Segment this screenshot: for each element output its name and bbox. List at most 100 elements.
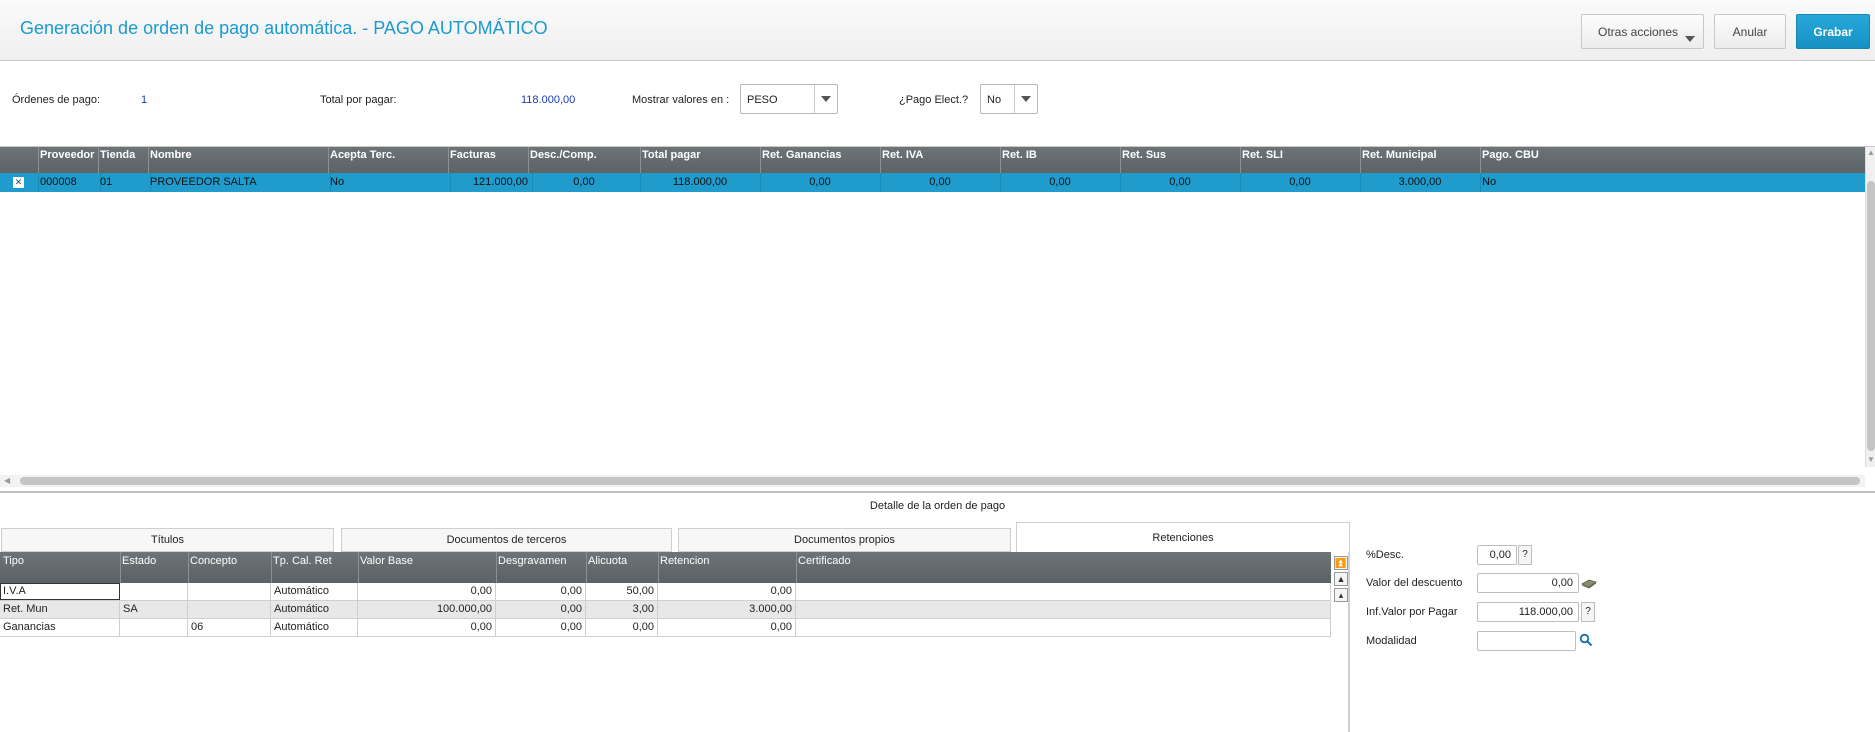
modalidad-field[interactable] — [1477, 631, 1576, 651]
cell-certificado[interactable] — [796, 583, 1331, 600]
cell-alicuota[interactable]: 50,00 — [586, 583, 658, 600]
checkbox-checked-icon[interactable]: ✕ — [13, 177, 24, 188]
inf-valor-help-button[interactable]: ? — [1581, 602, 1595, 622]
desc-pct-help-button[interactable]: ? — [1518, 545, 1532, 565]
splitter[interactable] — [0, 491, 1875, 493]
col-acepta-terc[interactable]: Acepta Terc. — [330, 149, 395, 161]
cell-tipo[interactable]: I.V.A — [0, 583, 120, 600]
anular-button[interactable]: Anular — [1714, 14, 1786, 49]
col-tienda[interactable]: Tienda — [100, 149, 135, 161]
inf-valor-field[interactable]: 118.000,00 — [1477, 602, 1579, 622]
money-icon[interactable] — [1581, 577, 1597, 589]
first-record-icon[interactable]: ⏫ — [1334, 556, 1348, 570]
grabar-button[interactable]: Grabar — [1796, 14, 1870, 49]
cell-tp-cal-ret[interactable]: Automático — [271, 583, 358, 600]
tab-titulos[interactable]: Títulos — [1, 528, 334, 552]
col-ret-sus[interactable]: Ret. Sus — [1122, 149, 1166, 161]
col-desc-comp[interactable]: Desc./Comp. — [530, 149, 597, 161]
cell-tipo[interactable]: Ret. Mun — [0, 601, 120, 618]
cell-tp-cal-ret[interactable]: Automático — [271, 619, 358, 636]
cell-valor-base[interactable]: 0,00 — [358, 583, 496, 600]
total-label: Total por pagar: — [320, 94, 397, 106]
col-proveedor[interactable]: Proveedor — [40, 149, 94, 161]
desc-pct-label: %Desc. — [1366, 549, 1404, 561]
col-alicuota[interactable]: Alicuota — [588, 555, 627, 567]
col-ret-iva[interactable]: Ret. IVA — [882, 149, 923, 161]
cell-ret-ganancias: 0,00 — [760, 173, 881, 192]
table-row[interactable]: I.V.A Automático 0,00 0,00 50,00 0,00 — [0, 583, 1331, 601]
search-icon[interactable] — [1579, 633, 1593, 647]
cell-ret-sli: 0,00 — [1240, 173, 1361, 192]
col-valor-base[interactable]: Valor Base — [360, 555, 413, 567]
col-ret-sli[interactable]: Ret. SLI — [1242, 149, 1283, 161]
cell-tipo[interactable]: Ganancias — [0, 619, 120, 636]
chevron-down-icon — [1685, 36, 1695, 42]
cell-concepto[interactable] — [188, 601, 271, 618]
scroll-left-icon[interactable]: ◀ — [4, 476, 10, 485]
page-title: Generación de orden de pago automática. … — [20, 18, 548, 38]
cell-nombre: PROVEEDOR SALTA — [148, 173, 331, 192]
cell-certificado[interactable] — [796, 619, 1331, 636]
scroll-thumb[interactable] — [1867, 181, 1875, 451]
otras-acciones-button[interactable]: Otras acciones — [1581, 14, 1704, 49]
pago-elect-select[interactable]: No — [980, 84, 1038, 114]
col-retencion[interactable]: Retencion — [660, 555, 710, 567]
cell-estado[interactable]: SA — [120, 601, 188, 618]
cell-retencion[interactable]: 0,00 — [658, 583, 796, 600]
cell-valor-base[interactable]: 0,00 — [358, 619, 496, 636]
scroll-up-icon[interactable]: ▲ — [1867, 148, 1875, 157]
col-tp-cal-ret[interactable]: Tp. Cal. Ret — [273, 555, 332, 567]
col-nombre[interactable]: Nombre — [150, 149, 192, 161]
cell-tp-cal-ret[interactable]: Automático — [271, 601, 358, 618]
cell-certificado[interactable] — [796, 601, 1331, 618]
ordenes-grid: Proveedor Tienda Nombre Acepta Terc. Fac… — [0, 146, 1875, 487]
col-certificado[interactable]: Certificado — [798, 555, 851, 567]
valor-desc-field[interactable]: 0,00 — [1477, 573, 1579, 593]
table-row[interactable]: Ganancias 06 Automático 0,00 0,00 0,00 0… — [0, 619, 1331, 637]
col-facturas[interactable]: Facturas — [450, 149, 496, 161]
col-ret-ganancias[interactable]: Ret. Ganancias — [762, 149, 841, 161]
desc-pct-field[interactable]: 0,00 — [1477, 545, 1517, 565]
chevron-down-icon[interactable] — [814, 85, 837, 113]
cell-alicuota[interactable]: 0,00 — [586, 619, 658, 636]
grid-vertical-scrollbar[interactable]: ▲ ▼ — [1865, 147, 1875, 467]
col-concepto[interactable]: Concepto — [190, 555, 237, 567]
scroll-down-icon[interactable]: ▼ — [1867, 455, 1875, 464]
cell-desgravamen[interactable]: 0,00 — [496, 583, 586, 600]
valor-desc-label: Valor del descuento — [1366, 577, 1463, 589]
cell-retencion[interactable]: 0,00 — [658, 619, 796, 636]
cell-total-pagar: 118.000,00 — [640, 173, 761, 192]
table-row[interactable]: ✕ 000008 01 PROVEEDOR SALTA No 121.000,0… — [0, 173, 1865, 192]
col-pago-cbu[interactable]: Pago. CBU — [1482, 149, 1539, 161]
previous-record-icon[interactable]: ▴ — [1334, 588, 1348, 602]
col-ret-municipal[interactable]: Ret. Municipal — [1362, 149, 1437, 161]
tab-retenciones[interactable]: Retenciones — [1016, 522, 1350, 552]
table-row[interactable]: Ret. Mun SA Automático 100.000,00 0,00 3… — [0, 601, 1331, 619]
chevron-down-icon[interactable] — [1014, 85, 1037, 113]
cell-ret-ib: 0,00 — [1000, 173, 1121, 192]
cell-valor-base[interactable]: 100.000,00 — [358, 601, 496, 618]
cell-concepto[interactable] — [188, 583, 271, 600]
page-up-icon[interactable]: ▲ — [1334, 572, 1348, 586]
col-ret-ib[interactable]: Ret. IB — [1002, 149, 1037, 161]
moneda-select[interactable]: PESO — [740, 84, 838, 114]
cell-desgravamen[interactable]: 0,00 — [496, 601, 586, 618]
cell-alicuota[interactable]: 3,00 — [586, 601, 658, 618]
cell-retencion[interactable]: 3.000,00 — [658, 601, 796, 618]
detail-title: Detalle de la orden de pago — [869, 500, 1006, 512]
cell-concepto[interactable]: 06 — [188, 619, 271, 636]
row-checkbox[interactable]: ✕ — [0, 173, 39, 192]
col-tipo[interactable]: Tipo — [3, 555, 24, 567]
cell-desgravamen[interactable]: 0,00 — [496, 619, 586, 636]
cell-estado[interactable] — [120, 619, 188, 636]
cell-estado[interactable] — [120, 583, 188, 600]
col-desgravamen[interactable]: Desgravamen — [498, 555, 566, 567]
scroll-thumb[interactable] — [20, 477, 1860, 485]
tab-documentos-propios[interactable]: Documentos propios — [678, 528, 1011, 552]
tab-documentos-terceros[interactable]: Documentos de terceros — [341, 528, 672, 552]
cell-desc-comp: 0,00 — [528, 173, 641, 192]
grid-horizontal-scrollbar[interactable]: ◀ — [0, 475, 1865, 487]
col-estado[interactable]: Estado — [122, 555, 156, 567]
cell-ret-municipal: 3.000,00 — [1360, 173, 1481, 192]
col-total-pagar[interactable]: Total pagar — [642, 149, 700, 161]
